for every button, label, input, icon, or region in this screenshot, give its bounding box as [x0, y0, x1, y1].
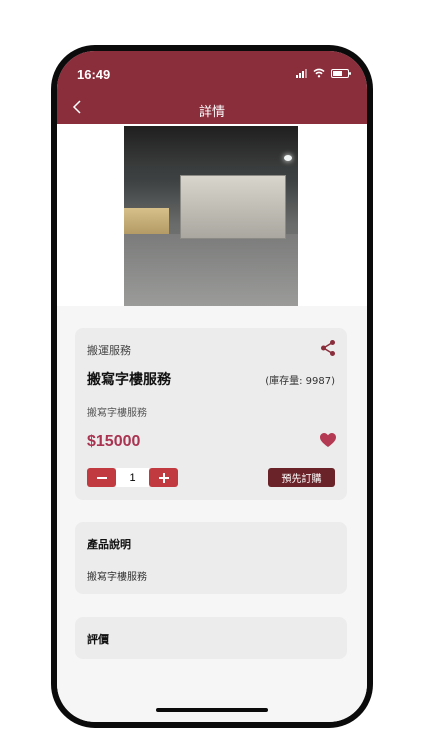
signal-icon: [296, 68, 307, 78]
product-image[interactable]: [124, 126, 298, 306]
description-body: 搬寫字樓服務: [87, 572, 147, 583]
increase-button[interactable]: [149, 468, 178, 487]
quantity-stepper: 1: [87, 468, 178, 487]
battery-icon: [331, 68, 351, 78]
decrease-button[interactable]: [87, 468, 116, 487]
page-title: 詳情: [198, 105, 225, 120]
product-card: 搬運服務 搬寫字樓服務 (庫存量: 9987) 搬寫字樓服務 $15000 1 …: [75, 328, 347, 500]
product-name: 搬寫字樓服務: [87, 372, 171, 388]
heart-icon[interactable]: [319, 432, 337, 448]
app-screen: 16:49 詳情 搬運服務 搬寫字樓服務 (庫存量: 9987) 搬寫字樓服務 …: [57, 51, 367, 722]
top-bar: 16:49 詳情: [57, 51, 367, 124]
product-subtitle: 搬寫字樓服務: [87, 408, 147, 419]
phone-frame: 16:49 詳情 搬運服務 搬寫字樓服務 (庫存量: 9987) 搬寫字樓服務 …: [51, 45, 373, 728]
description-title: 產品說明: [87, 538, 131, 551]
status-time: 16:49: [77, 67, 111, 82]
share-icon[interactable]: [319, 339, 337, 357]
product-price: $15000: [87, 433, 141, 450]
description-card: 產品說明 搬寫字樓服務: [75, 522, 347, 594]
stock-count: (庫存量: 9987): [265, 376, 335, 387]
detail-content: 搬運服務 搬寫字樓服務 (庫存量: 9987) 搬寫字樓服務 $15000 1 …: [57, 306, 367, 722]
reviews-card[interactable]: 評價: [75, 617, 347, 659]
status-icons: [296, 68, 351, 78]
minus-icon: [96, 476, 107, 479]
wifi-icon: [313, 68, 325, 78]
home-indicator: [156, 708, 268, 712]
preorder-button[interactable]: 預先訂購: [268, 468, 335, 487]
reviews-title: 評價: [87, 633, 109, 646]
plus-icon: [158, 472, 169, 483]
product-image-area: [57, 124, 367, 306]
product-category: 搬運服務: [87, 344, 131, 357]
quantity-value[interactable]: 1: [116, 468, 149, 487]
